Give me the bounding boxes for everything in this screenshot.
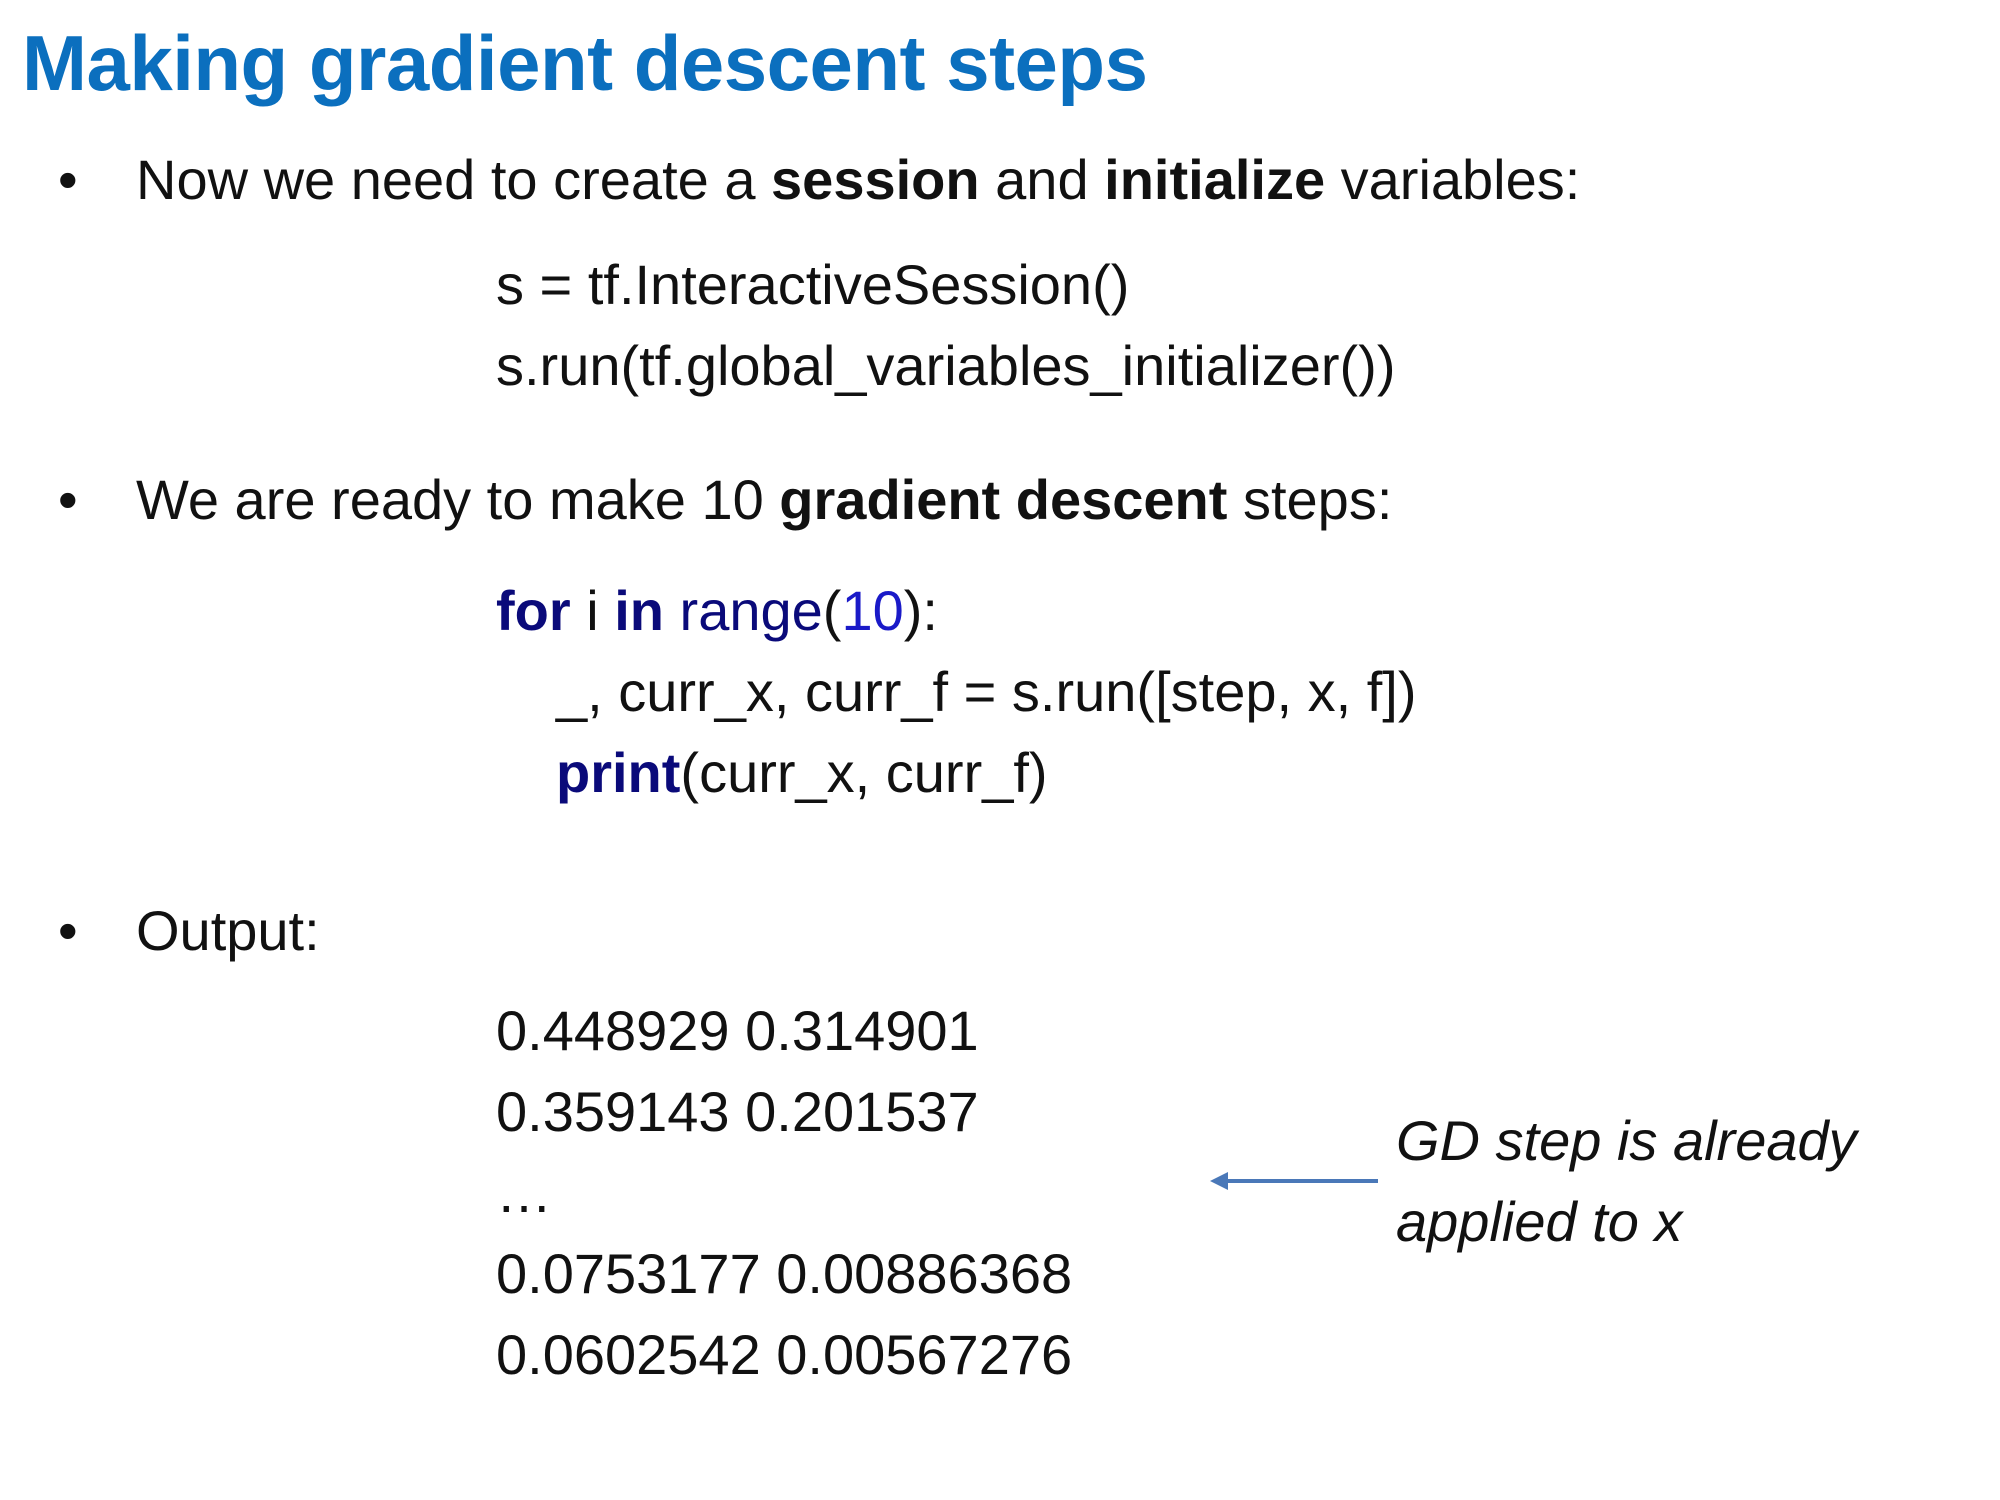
annotation-line: applied to x [1396,1190,1683,1253]
paren-open: ( [822,579,842,642]
code-session-block: s = tf.InteractiveSession() s.run(tf.glo… [496,244,1395,406]
bullet-text-pre: We are ready to make 10 [136,468,780,531]
output-line: 0.359143 0.201537 [496,1080,979,1143]
output-line: … [496,1161,552,1224]
code-line: s = tf.InteractiveSession() [496,253,1130,316]
bullet-marker: • [58,148,78,211]
code-line: s.run(tf.global_variables_initializer()) [496,334,1396,397]
code-line-for: for i in range(10): [496,570,1416,651]
builtin-print: print [556,741,681,804]
annotation-note: GD step is already applied to x [1396,1100,1857,1262]
annotation-line: GD step is already [1396,1109,1857,1172]
print-args: (curr_x, curr_f) [680,741,1048,804]
paren-close: ): [903,579,938,642]
builtin-range: range [679,579,823,642]
bullet-text-bold-initialize: initialize [1104,148,1326,211]
number-literal: 10 [841,579,904,642]
code-line-run: _, curr_x, curr_f = s.run([step, x, f]) [556,660,1417,723]
output-line: 0.0753177 0.00886368 [496,1242,1073,1305]
bullet-marker: • [58,899,78,962]
bullet-marker: • [58,468,78,531]
code-line-print: print(curr_x, curr_f) [496,732,1416,813]
code-loop-block: for i in range(10): _, curr_x, curr_f = … [496,570,1416,813]
output-line: 0.448929 0.314901 [496,999,979,1062]
keyword-for: for [496,579,571,642]
bullet-text-mid: and [979,148,1105,211]
bullet-text-pre: Now we need to create a [136,148,772,211]
loop-var: i [570,579,615,642]
bullet-create-session: • Now we need to create a session and ini… [58,152,1580,208]
bullet-gradient-steps: • We are ready to make 10 gradient descen… [58,472,1392,528]
bullet-text-post: variables: [1325,148,1581,211]
bullet-text-bold-gradient-descent: gradient descent [779,468,1228,531]
left-arrow-icon [1210,1172,1378,1190]
bullet-text-post: steps: [1227,468,1393,531]
bullet-output: • Output: [58,903,320,959]
keyword-in: in [614,579,664,642]
output-block: 0.448929 0.314901 0.359143 0.201537 … 0.… [496,990,1072,1395]
output-line: 0.0602542 0.00567276 [496,1323,1073,1386]
slide-title: Making gradient descent steps [22,19,1148,107]
bullet-text-bold-session: session [771,148,980,211]
bullet-text: Output: [136,899,320,962]
